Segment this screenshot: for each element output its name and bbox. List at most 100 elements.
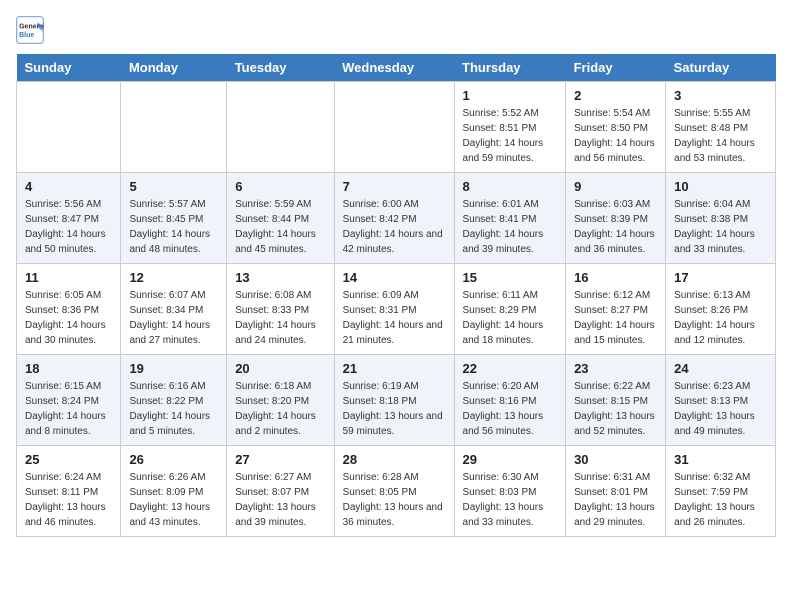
day-info: Sunrise: 6:26 AMSunset: 8:09 PMDaylight:… (129, 470, 218, 530)
day-info: Sunrise: 6:13 AMSunset: 8:26 PMDaylight:… (674, 288, 767, 348)
day-info: Sunrise: 6:23 AMSunset: 8:13 PMDaylight:… (674, 379, 767, 439)
day-info: Sunrise: 6:00 AMSunset: 8:42 PMDaylight:… (343, 197, 446, 257)
day-info: Sunrise: 6:30 AMSunset: 8:03 PMDaylight:… (463, 470, 558, 530)
day-number: 22 (463, 361, 558, 376)
day-info: Sunrise: 6:07 AMSunset: 8:34 PMDaylight:… (129, 288, 218, 348)
day-info: Sunrise: 6:27 AMSunset: 8:07 PMDaylight:… (235, 470, 325, 530)
calendar-cell: 4 Sunrise: 5:56 AMSunset: 8:47 PMDaylight… (17, 173, 121, 264)
day-number: 7 (343, 179, 446, 194)
day-number: 24 (674, 361, 767, 376)
calendar-table: SundayMondayTuesdayWednesdayThursdayFrid… (16, 54, 776, 537)
day-number: 26 (129, 452, 218, 467)
day-info: Sunrise: 6:09 AMSunset: 8:31 PMDaylight:… (343, 288, 446, 348)
day-info: Sunrise: 6:12 AMSunset: 8:27 PMDaylight:… (574, 288, 657, 348)
calendar-cell: 25 Sunrise: 6:24 AMSunset: 8:11 PMDayligh… (17, 446, 121, 537)
calendar-cell: 20Sunrise: 6:18 AMSunset: 8:20 PMDayligh… (227, 355, 334, 446)
day-info: Sunrise: 6:08 AMSunset: 8:33 PMDaylight:… (235, 288, 325, 348)
calendar-cell: 22 Sunrise: 6:20 AMSunset: 8:16 PMDayligh… (454, 355, 566, 446)
day-info: Sunrise: 6:22 AMSunset: 8:15 PMDaylight:… (574, 379, 657, 439)
calendar-cell: 14 Sunrise: 6:09 AMSunset: 8:31 PMDayligh… (334, 264, 454, 355)
day-number: 28 (343, 452, 446, 467)
calendar-cell: 7 Sunrise: 6:00 AMSunset: 8:42 PMDaylight… (334, 173, 454, 264)
calendar-cell: 13 Sunrise: 6:08 AMSunset: 8:33 PMDayligh… (227, 264, 334, 355)
day-number: 29 (463, 452, 558, 467)
calendar-cell: 2 Sunrise: 5:54 AMSunset: 8:50 PMDaylight… (566, 82, 666, 173)
day-number: 10 (674, 179, 767, 194)
calendar-cell (121, 82, 227, 173)
day-number: 13 (235, 270, 325, 285)
day-info: Sunrise: 5:56 AMSunset: 8:47 PMDaylight:… (25, 197, 112, 257)
day-number: 15 (463, 270, 558, 285)
day-of-week-header: Wednesday (334, 54, 454, 82)
day-number: 27 (235, 452, 325, 467)
day-info: Sunrise: 6:24 AMSunset: 8:11 PMDaylight:… (25, 470, 112, 530)
calendar-cell: 11 Sunrise: 6:05 AMSunset: 8:36 PMDayligh… (17, 264, 121, 355)
day-number: 18 (25, 361, 112, 376)
day-of-week-header: Monday (121, 54, 227, 82)
calendar-cell: 10 Sunrise: 6:04 AMSunset: 8:38 PMDayligh… (666, 173, 776, 264)
logo: General Blue (16, 16, 44, 44)
day-number: 6 (235, 179, 325, 194)
day-info: Sunrise: 6:31 AMSunset: 8:01 PMDaylight:… (574, 470, 657, 530)
calendar-cell: 21 Sunrise: 6:19 AMSunset: 8:18 PMDayligh… (334, 355, 454, 446)
day-number: 16 (574, 270, 657, 285)
day-number: 8 (463, 179, 558, 194)
calendar-cell: 31Sunrise: 6:32 AMSunset: 7:59 PMDayligh… (666, 446, 776, 537)
day-number: 1 (463, 88, 558, 103)
day-info: Sunrise: 6:32 AMSunset: 7:59 PMDaylight:… (674, 470, 767, 530)
day-info: Sunrise: 6:16 AMSunset: 8:22 PMDaylight:… (129, 379, 218, 439)
day-number: 9 (574, 179, 657, 194)
calendar-cell: 23Sunrise: 6:22 AMSunset: 8:15 PMDayligh… (566, 355, 666, 446)
calendar-cell (334, 82, 454, 173)
day-number: 17 (674, 270, 767, 285)
logo-icon: General Blue (16, 16, 44, 44)
day-info: Sunrise: 6:03 AMSunset: 8:39 PMDaylight:… (574, 197, 657, 257)
calendar-cell: 9 Sunrise: 6:03 AMSunset: 8:39 PMDaylight… (566, 173, 666, 264)
calendar-cell: 24 Sunrise: 6:23 AMSunset: 8:13 PMDayligh… (666, 355, 776, 446)
day-number: 12 (129, 270, 218, 285)
header: General Blue (16, 16, 776, 44)
calendar-cell (227, 82, 334, 173)
calendar-cell: 16 Sunrise: 6:12 AMSunset: 8:27 PMDayligh… (566, 264, 666, 355)
day-info: Sunrise: 6:19 AMSunset: 8:18 PMDaylight:… (343, 379, 446, 439)
day-info: Sunrise: 6:15 AMSunset: 8:24 PMDaylight:… (25, 379, 112, 439)
calendar-cell: 8 Sunrise: 6:01 AMSunset: 8:41 PMDaylight… (454, 173, 566, 264)
day-info: Sunrise: 5:57 AMSunset: 8:45 PMDaylight:… (129, 197, 218, 257)
day-number: 3 (674, 88, 767, 103)
day-number: 2 (574, 88, 657, 103)
calendar-cell: 6 Sunrise: 5:59 AMSunset: 8:44 PMDaylight… (227, 173, 334, 264)
day-info: Sunrise: 6:05 AMSunset: 8:36 PMDaylight:… (25, 288, 112, 348)
day-of-week-header: Tuesday (227, 54, 334, 82)
day-number: 14 (343, 270, 446, 285)
day-of-week-header: Saturday (666, 54, 776, 82)
calendar-cell: 17 Sunrise: 6:13 AMSunset: 8:26 PMDayligh… (666, 264, 776, 355)
calendar-cell: 12 Sunrise: 6:07 AMSunset: 8:34 PMDayligh… (121, 264, 227, 355)
calendar-cell: 19 Sunrise: 6:16 AMSunset: 8:22 PMDayligh… (121, 355, 227, 446)
day-number: 21 (343, 361, 446, 376)
day-info: Sunrise: 5:55 AMSunset: 8:48 PMDaylight:… (674, 106, 767, 166)
day-number: 5 (129, 179, 218, 194)
day-of-week-header: Friday (566, 54, 666, 82)
calendar-cell: 28 Sunrise: 6:28 AMSunset: 8:05 PMDayligh… (334, 446, 454, 537)
day-number: 30 (574, 452, 657, 467)
day-number: 25 (25, 452, 112, 467)
calendar-cell: 15 Sunrise: 6:11 AMSunset: 8:29 PMDayligh… (454, 264, 566, 355)
day-info: Sunrise: 6:01 AMSunset: 8:41 PMDaylight:… (463, 197, 558, 257)
calendar-cell: 3 Sunrise: 5:55 AMSunset: 8:48 PMDaylight… (666, 82, 776, 173)
day-of-week-header: Sunday (17, 54, 121, 82)
day-info: Sunrise: 6:11 AMSunset: 8:29 PMDaylight:… (463, 288, 558, 348)
day-info: Sunrise: 6:04 AMSunset: 8:38 PMDaylight:… (674, 197, 767, 257)
calendar-cell: 27 Sunrise: 6:27 AMSunset: 8:07 PMDayligh… (227, 446, 334, 537)
day-info: Sunrise: 6:20 AMSunset: 8:16 PMDaylight:… (463, 379, 558, 439)
day-info: Sunrise: 6:28 AMSunset: 8:05 PMDaylight:… (343, 470, 446, 530)
day-info: Sunrise: 6:18 AMSunset: 8:20 PMDaylight:… (235, 379, 325, 439)
svg-text:Blue: Blue (19, 32, 34, 39)
calendar-cell: 30 Sunrise: 6:31 AMSunset: 8:01 PMDayligh… (566, 446, 666, 537)
calendar-cell (17, 82, 121, 173)
day-number: 4 (25, 179, 112, 194)
day-number: 11 (25, 270, 112, 285)
day-info: Sunrise: 5:54 AMSunset: 8:50 PMDaylight:… (574, 106, 657, 166)
calendar-cell: 1Sunrise: 5:52 AMSunset: 8:51 PMDaylight… (454, 82, 566, 173)
day-info: Sunrise: 5:59 AMSunset: 8:44 PMDaylight:… (235, 197, 325, 257)
day-number: 19 (129, 361, 218, 376)
